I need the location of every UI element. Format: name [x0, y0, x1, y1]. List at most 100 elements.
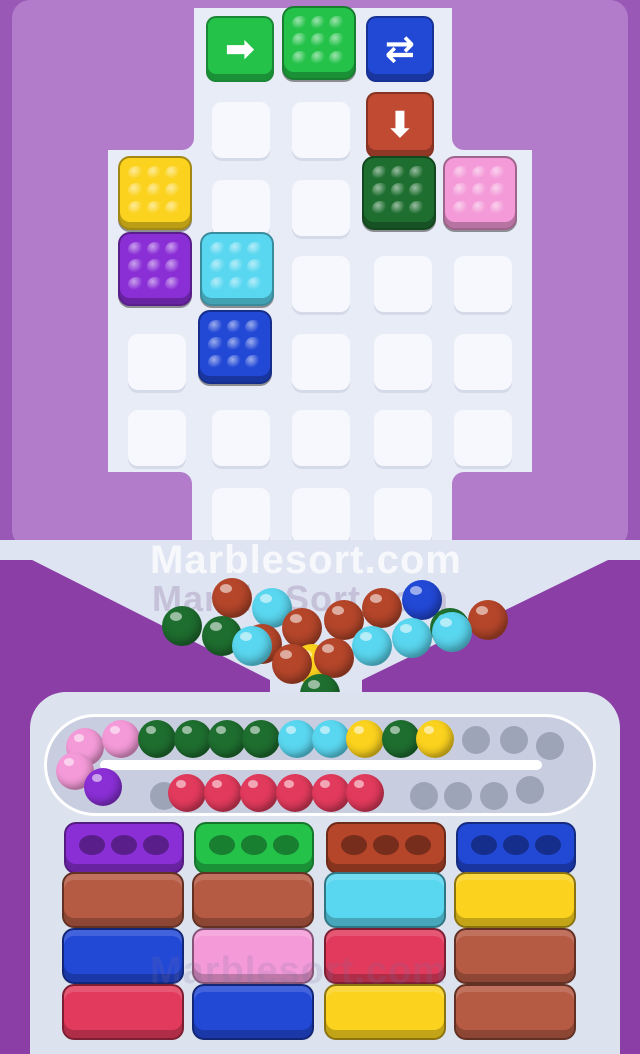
block-marble — [226, 320, 244, 336]
track-marble-red — [276, 774, 314, 812]
block-marble — [128, 276, 145, 292]
block-marble — [390, 200, 408, 216]
board-slot — [292, 102, 350, 158]
watermark: Marblesort.com — [150, 538, 462, 582]
track-hole — [480, 782, 508, 810]
block-marble — [329, 16, 346, 32]
bin-cup — [535, 835, 561, 855]
block-marble — [247, 242, 264, 258]
block-marble — [453, 200, 470, 216]
block-marble — [208, 320, 225, 336]
bin-head-rust[interactable] — [326, 822, 446, 874]
block-green-top[interactable] — [282, 6, 356, 80]
block-marble — [165, 183, 182, 199]
marble-rust — [212, 578, 252, 618]
arrow-right-tile[interactable]: ➡ — [206, 16, 274, 82]
track-marble-dark-green — [174, 720, 212, 758]
rotate-tile[interactable]: ⇄ — [366, 16, 434, 82]
board-slot — [292, 334, 350, 390]
block-dark-green[interactable] — [362, 156, 436, 230]
block-marble — [208, 354, 225, 370]
track-marble-red — [346, 774, 384, 812]
track-marble-dark-green — [242, 720, 280, 758]
swap-arrows-icon: ⇄ — [384, 28, 416, 70]
block-marble — [292, 16, 309, 32]
track-marble-yellow — [346, 720, 384, 758]
block-marble — [228, 242, 246, 258]
block-marble — [226, 337, 244, 353]
board-slot — [292, 256, 350, 312]
block-marble — [372, 200, 389, 216]
block-marble — [146, 242, 164, 258]
block-marble — [490, 166, 507, 182]
block-marble — [453, 183, 470, 199]
block-marble — [165, 200, 182, 216]
block-marble — [310, 33, 328, 49]
block-marble — [329, 33, 346, 49]
bin-cup — [209, 835, 235, 855]
block-marble — [247, 259, 264, 275]
block-marble — [128, 183, 145, 199]
block-pink[interactable] — [443, 156, 517, 230]
block-marble — [210, 276, 227, 292]
marble-rust — [362, 588, 402, 628]
marble-cyan — [232, 626, 272, 666]
marble-cyan — [352, 626, 392, 666]
block-marble — [409, 200, 426, 216]
track-marble-red — [168, 774, 206, 812]
block-marble — [128, 242, 145, 258]
track-hole — [516, 776, 544, 804]
track-marble-cyan — [278, 720, 316, 758]
block-marble — [490, 183, 507, 199]
arrow-down-tile[interactable]: ⬇ — [366, 92, 434, 158]
board-slot — [128, 410, 186, 466]
block-marble — [146, 183, 164, 199]
arrow-right-icon: ➡ — [224, 28, 256, 70]
block-blue[interactable] — [198, 310, 272, 384]
block-marble — [409, 166, 426, 182]
bin-cup — [111, 835, 137, 855]
block-marble — [390, 183, 408, 199]
block-marble — [490, 200, 507, 216]
board-slot — [212, 102, 270, 158]
block-marble — [409, 183, 426, 199]
bin-head-blue[interactable] — [456, 822, 576, 874]
block-marble — [128, 166, 145, 182]
track-marble-cyan — [312, 720, 350, 758]
board-slot — [292, 180, 350, 236]
block-marble — [128, 200, 145, 216]
track-marble-dark-green — [208, 720, 246, 758]
block-marble — [471, 166, 489, 182]
board-notch-right — [452, 8, 532, 150]
block-marble — [165, 276, 182, 292]
block-marble — [310, 50, 328, 66]
track-marble-red — [204, 774, 242, 812]
bin-block — [62, 872, 184, 928]
block-marble — [471, 183, 489, 199]
bin-cup — [471, 835, 497, 855]
block-marble — [208, 337, 225, 353]
block-marble — [210, 259, 227, 275]
bin-cup — [79, 835, 105, 855]
block-marble — [146, 166, 164, 182]
bin-cup — [143, 835, 169, 855]
track-divider — [100, 760, 542, 770]
bin-head-purple[interactable] — [64, 822, 184, 874]
block-marble — [292, 50, 309, 66]
bin-cup — [503, 835, 529, 855]
block-marble — [292, 33, 309, 49]
marble-dark-green — [162, 606, 202, 646]
board-slot — [292, 410, 350, 466]
block-marble — [228, 259, 246, 275]
block-marble — [245, 320, 262, 336]
track-hole — [410, 782, 438, 810]
block-cyan[interactable] — [200, 232, 274, 306]
block-yellow[interactable] — [118, 156, 192, 230]
bin-head-green[interactable] — [194, 822, 314, 874]
block-purple[interactable] — [118, 232, 192, 306]
track-marble-red — [312, 774, 350, 812]
board-slot — [374, 410, 432, 466]
bin-cup — [273, 835, 299, 855]
block-marble — [128, 259, 145, 275]
block-marble — [329, 50, 346, 66]
